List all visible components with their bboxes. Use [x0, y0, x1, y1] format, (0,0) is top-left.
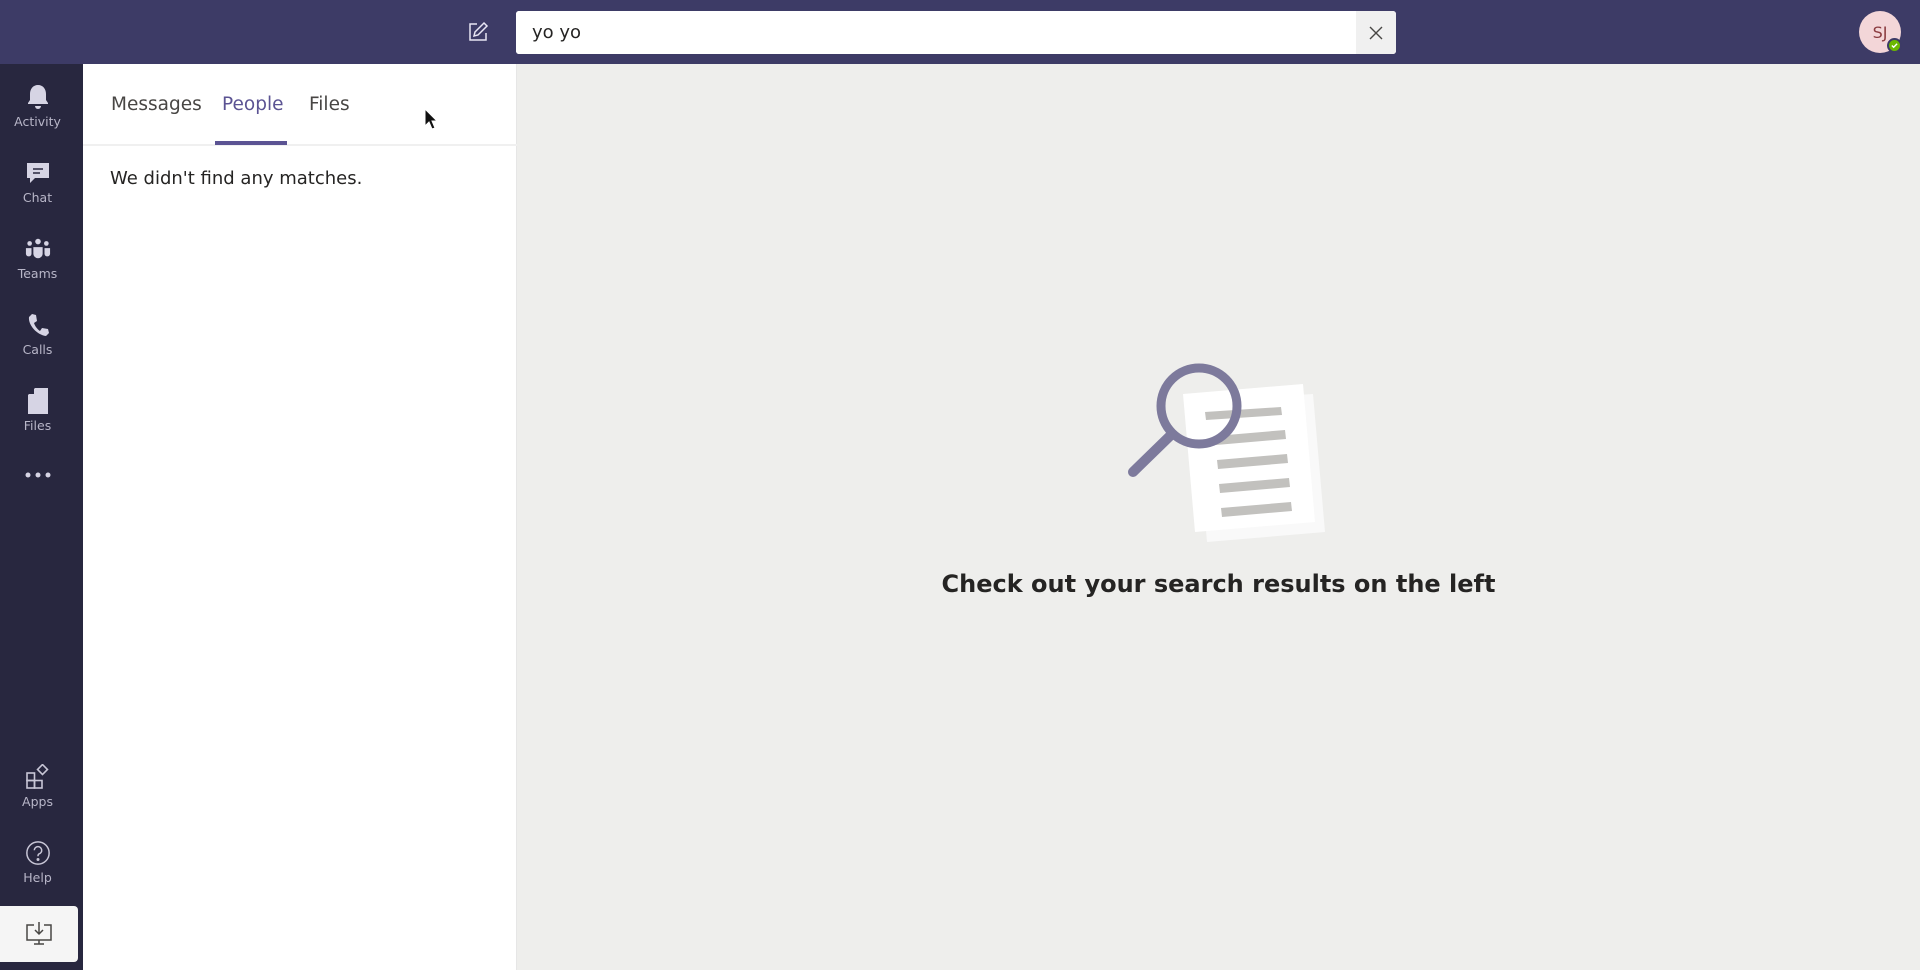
- help-icon: [25, 840, 51, 866]
- rail-item-teams[interactable]: Teams: [0, 224, 75, 294]
- no-matches-message: We didn't find any matches.: [110, 168, 363, 189]
- download-desktop-icon: [26, 922, 52, 945]
- tab-people[interactable]: People: [222, 94, 283, 115]
- rail-label: Calls: [22, 342, 53, 357]
- rail-label: Chat: [22, 190, 53, 205]
- search-tabs: Messages People Files: [83, 64, 517, 146]
- document-icon: [1183, 384, 1315, 532]
- close-icon: [1369, 26, 1383, 39]
- compose-button[interactable]: [466, 20, 490, 44]
- teams-icon: [25, 236, 51, 262]
- rail-item-files[interactable]: Files: [0, 376, 75, 446]
- rail-item-activity[interactable]: Activity: [0, 72, 75, 142]
- search-input[interactable]: [516, 11, 1356, 54]
- download-desktop-app-button[interactable]: [0, 906, 78, 962]
- rail-label: Files: [23, 418, 52, 433]
- apps-icon: [25, 764, 51, 790]
- presence-available-icon: [1887, 38, 1902, 53]
- main-content: Check out your search results on the lef…: [517, 64, 1920, 970]
- tab-files[interactable]: Files: [309, 94, 350, 115]
- rail-item-more[interactable]: [0, 450, 75, 520]
- search-results-panel: Messages People Files We didn't find any…: [83, 64, 517, 970]
- rail-item-chat[interactable]: Chat: [0, 148, 75, 218]
- rail-item-apps[interactable]: Apps: [0, 752, 75, 822]
- rail-item-calls[interactable]: Calls: [0, 300, 75, 370]
- search-document-illustration: [1128, 363, 1325, 542]
- compose-icon: [469, 21, 489, 41]
- tab-messages[interactable]: Messages: [111, 94, 202, 115]
- empty-state-message: Check out your search results on the lef…: [941, 570, 1496, 598]
- top-bar: SJ: [0, 0, 1920, 64]
- search-box: [516, 11, 1396, 54]
- rail-item-help[interactable]: Help: [0, 828, 75, 898]
- clear-search-button[interactable]: [1356, 11, 1396, 54]
- active-tab-indicator: [215, 141, 287, 145]
- file-icon: [25, 388, 51, 414]
- phone-icon: [25, 312, 51, 338]
- rail-label: Help: [23, 870, 52, 885]
- rail-label: Activity: [14, 114, 61, 129]
- app-bar: Activity Chat Teams Calls Files Apps Hel…: [0, 64, 83, 970]
- mouse-cursor-icon: [424, 108, 438, 130]
- chat-icon: [25, 160, 51, 186]
- rail-label: Teams: [17, 266, 58, 281]
- rail-label: Apps: [22, 794, 53, 809]
- avatar-initials: SJ: [1872, 22, 1888, 42]
- more-icon: [25, 462, 51, 488]
- bell-icon: [25, 84, 51, 110]
